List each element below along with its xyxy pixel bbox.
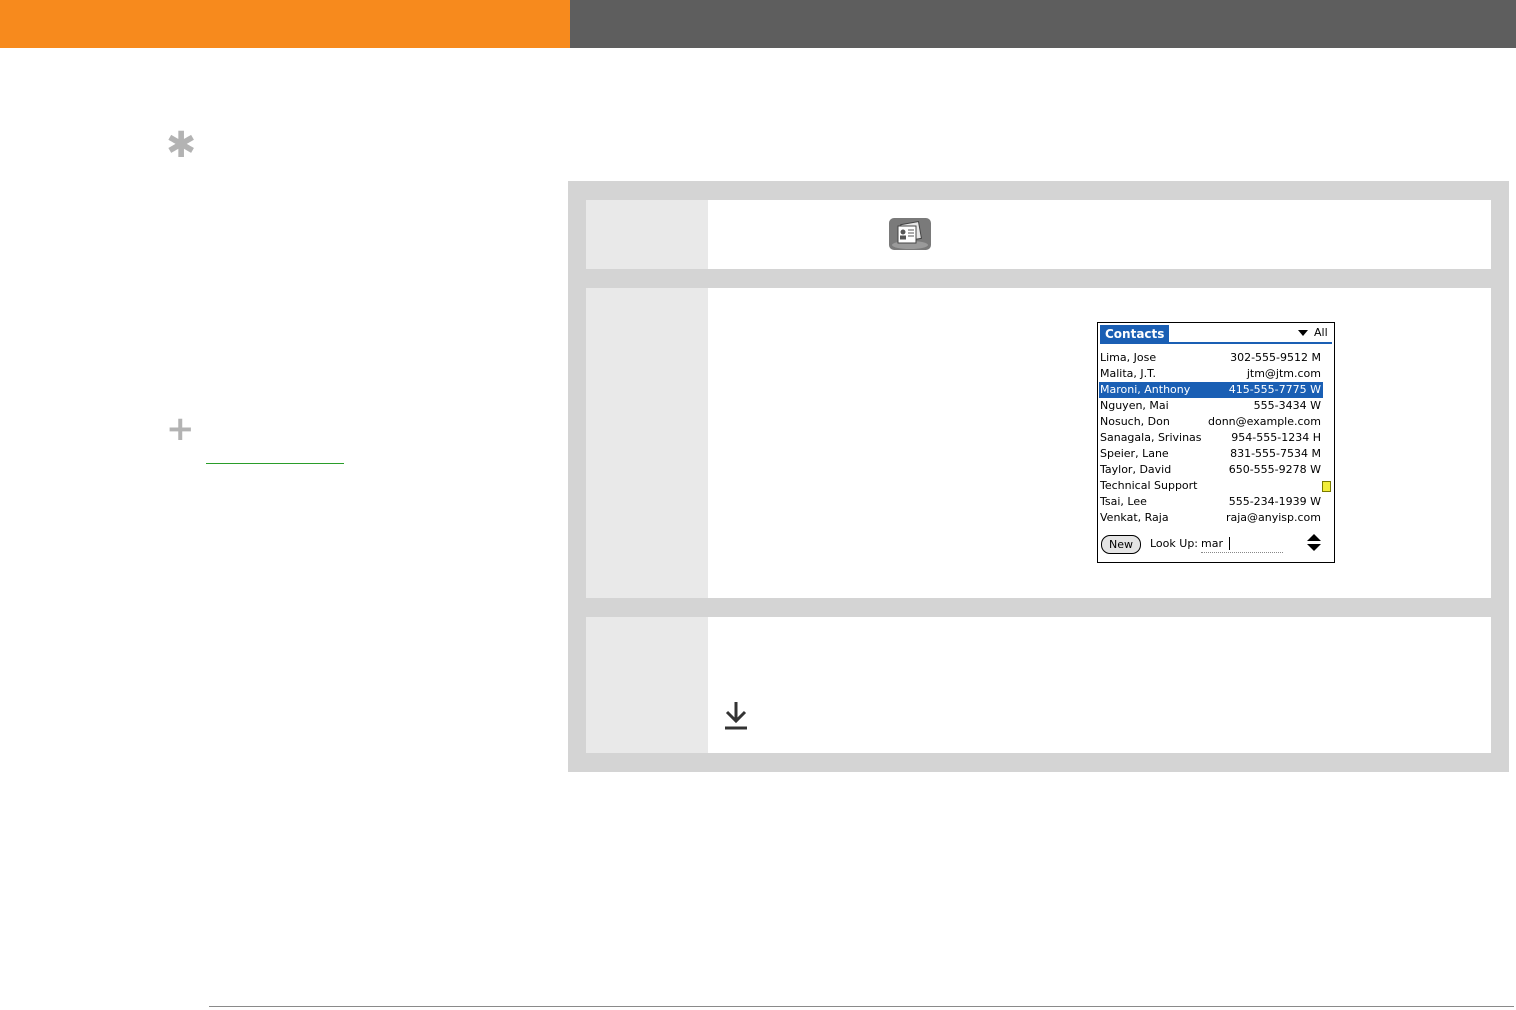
asterisk-icon: ✱ <box>166 125 197 166</box>
step-2: Contacts All Lima, Jose 302-555-9512 M Mal… <box>586 288 1491 598</box>
contact-value: 831-555-7534 M <box>1230 447 1321 460</box>
step-number-cell <box>586 200 708 269</box>
contact-value: 302-555-9512 M <box>1230 351 1321 364</box>
contact-value: donn@example.com <box>1208 415 1321 428</box>
step-1 <box>586 200 1491 269</box>
contact-row[interactable]: Malita, J.T. jtm@jtm.com <box>1099 366 1323 382</box>
contact-row[interactable]: Maroni, Anthony 415-555-7775 W <box>1099 382 1323 398</box>
contact-name: Technical Support <box>1100 479 1198 492</box>
note-icon <box>1322 481 1331 492</box>
step-body: Contacts All Lima, Jose 302-555-9512 M Mal… <box>708 288 1491 598</box>
text-cursor <box>1229 537 1230 550</box>
chevron-down-icon[interactable] <box>1298 330 1308 336</box>
lookup-label: Look Up: <box>1150 537 1199 550</box>
title-underline <box>1100 342 1332 344</box>
steps-panel: Contacts All Lima, Jose 302-555-9512 M Mal… <box>568 181 1509 772</box>
contact-row[interactable]: Speier, Lane 831-555-7534 M <box>1099 446 1323 462</box>
contact-row[interactable]: Nosuch, Don donn@example.com <box>1099 414 1323 430</box>
contact-row[interactable]: Taylor, David 650-555-9278 W <box>1099 462 1323 478</box>
category-picker[interactable]: All <box>1314 326 1328 340</box>
contacts-screenshot: Contacts All Lima, Jose 302-555-9512 M Mal… <box>1097 322 1335 563</box>
contact-row[interactable]: Tsai, Lee 555-234-1939 W <box>1099 494 1323 510</box>
contacts-title: Contacts <box>1100 325 1170 343</box>
step-body <box>708 617 1491 753</box>
contacts-app-icon <box>889 218 931 250</box>
contact-name: Tsai, Lee <box>1100 495 1147 508</box>
contact-name: Taylor, David <box>1100 463 1172 476</box>
contact-row[interactable]: Nguyen, Mai 555-3434 W <box>1099 398 1323 414</box>
contact-name: Nguyen, Mai <box>1100 399 1169 412</box>
contacts-list: Lima, Jose 302-555-9512 M Malita, J.T. jtm@… <box>1099 350 1323 526</box>
header-accent-bar <box>0 0 570 48</box>
contact-value: 954-555-1234 H <box>1231 431 1321 444</box>
contact-value: 555-234-1939 W <box>1228 495 1321 508</box>
contact-row[interactable]: Technical Support <box>1099 478 1323 494</box>
contact-row[interactable]: Lima, Jose 302-555-9512 M <box>1099 350 1323 366</box>
step-number-cell <box>586 617 708 753</box>
contact-value: 555-3434 W <box>1253 399 1321 412</box>
scroll-down-icon[interactable] <box>1307 544 1321 551</box>
scroll-up-icon[interactable] <box>1307 534 1321 541</box>
step-3 <box>586 617 1491 753</box>
lookup-underline <box>1201 552 1283 553</box>
contact-value: jtm@jtm.com <box>1246 367 1321 380</box>
contact-value: 650-555-9278 W <box>1228 463 1321 476</box>
new-contact-button[interactable]: New <box>1101 535 1141 554</box>
lookup-input[interactable]: mar <box>1201 536 1223 552</box>
contact-name: Maroni, Anthony <box>1100 383 1191 396</box>
contact-row[interactable]: Sanagala, Srivinas 954-555-1234 H <box>1099 430 1323 446</box>
sidebar-link[interactable] <box>206 463 344 464</box>
step-body <box>708 200 1491 269</box>
contact-name: Nosuch, Don <box>1100 415 1170 428</box>
contact-name: Malita, J.T. <box>1100 367 1157 380</box>
contact-name: Venkat, Raja <box>1100 511 1169 524</box>
download-arrow-icon <box>725 702 747 730</box>
contact-name: Sanagala, Srivinas <box>1100 431 1202 444</box>
header-bar <box>570 0 1516 48</box>
contact-name: Lima, Jose <box>1100 351 1157 364</box>
step-number-cell <box>586 288 708 598</box>
plus-icon: + <box>166 409 195 449</box>
contact-row[interactable]: Venkat, Raja raja@anyisp.com <box>1099 510 1323 526</box>
contact-value: 415-555-7775 W <box>1228 383 1321 396</box>
contact-value: raja@anyisp.com <box>1225 511 1321 524</box>
footer-rule <box>209 1006 1514 1007</box>
contact-name: Speier, Lane <box>1100 447 1169 460</box>
